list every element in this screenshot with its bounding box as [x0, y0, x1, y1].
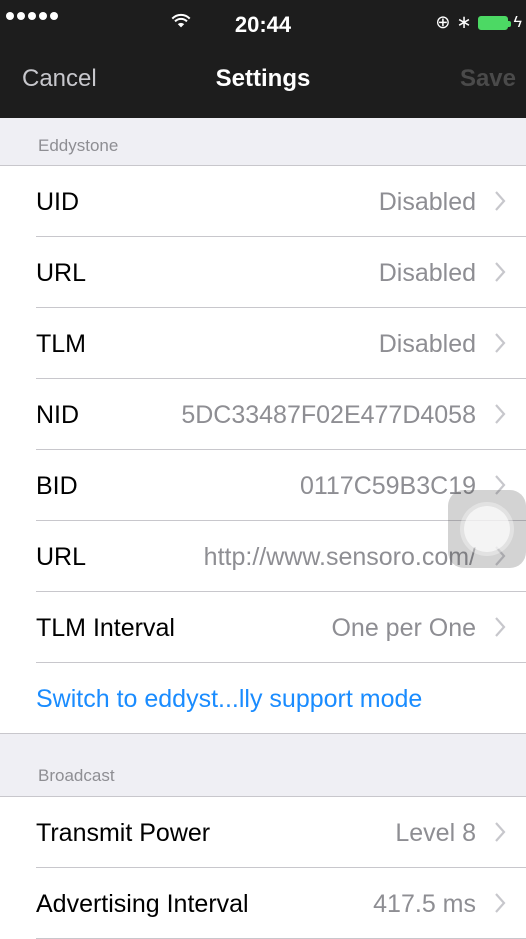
navigation-bar: Cancel Settings Save — [0, 48, 526, 118]
chevron-right-icon — [495, 822, 506, 842]
row-value: Disabled — [378, 259, 476, 287]
chevron-right-icon — [495, 262, 506, 282]
row-transmit-power[interactable]: Transmit Power Level 8 — [0, 797, 526, 868]
row-value: One per One — [331, 614, 476, 642]
row-value: 417.5 ms — [373, 890, 476, 918]
section-header-broadcast: Broadcast — [0, 734, 526, 796]
row-label: NID — [36, 401, 80, 429]
row-tlm[interactable]: TLM Disabled — [0, 308, 526, 379]
section-header-eddystone: Eddystone — [0, 118, 526, 166]
row-value: Disabled — [378, 330, 476, 358]
switch-mode-link[interactable]: Switch to eddyst...lly support mode — [36, 685, 422, 714]
charging-bolt-icon: ϟ — [513, 13, 522, 31]
row-label: TLM — [36, 330, 86, 358]
chevron-right-icon — [495, 191, 506, 211]
row-switch-mode[interactable]: Switch to eddyst...lly support mode — [0, 663, 526, 734]
section-header-label: Broadcast — [38, 766, 115, 785]
row-value: Disabled — [378, 188, 476, 216]
chevron-right-icon — [495, 333, 506, 353]
row-label: UID — [36, 188, 80, 216]
row-label: BID — [36, 472, 78, 500]
bluetooth-icon: ∗ — [456, 12, 472, 32]
row-label: Transmit Power — [36, 819, 211, 847]
row-tlm-interval[interactable]: TLM Interval One per One — [0, 592, 526, 663]
rotation-lock-icon: ⊕ — [435, 12, 451, 32]
row-label: Advertising Interval — [36, 890, 249, 918]
top-bar: 20:44 ⊕ ∗ ϟ Cancel Settings Save — [0, 0, 526, 118]
chevron-right-icon — [495, 617, 506, 637]
row-label: URL — [36, 259, 87, 287]
chevron-right-icon — [495, 893, 506, 913]
row-label: URL — [36, 543, 87, 571]
assistive-touch-button[interactable] — [448, 490, 526, 568]
page-title: Settings — [215, 65, 311, 92]
row-uid[interactable]: UID Disabled — [0, 166, 526, 237]
row-value: Level 8 — [395, 819, 476, 847]
row-url[interactable]: URL Disabled — [0, 237, 526, 308]
row-nid[interactable]: NID 5DC33487F02E477D4058 — [0, 379, 526, 450]
status-bar: 20:44 ⊕ ∗ ϟ — [0, 0, 526, 48]
assistive-touch-icon — [464, 506, 510, 552]
battery-icon — [477, 15, 511, 30]
status-right-icons: ⊕ ∗ ϟ — [435, 12, 522, 33]
row-label: TLM Interval — [36, 614, 175, 642]
chevron-right-icon — [495, 404, 506, 424]
broadcast-list: Transmit Power Level 8 Advertising Inter… — [0, 797, 526, 939]
save-button[interactable]: Save — [460, 65, 516, 93]
row-value: 5DC33487F02E477D4058 — [181, 401, 476, 429]
section-header-label: Eddystone — [38, 136, 119, 155]
row-value: http://www.sensoro.com/ — [203, 543, 476, 571]
eddystone-list: UID Disabled URL Disabled TLM Disabled N… — [0, 166, 526, 734]
row-advertising-interval[interactable]: Advertising Interval 417.5 ms — [0, 868, 526, 939]
